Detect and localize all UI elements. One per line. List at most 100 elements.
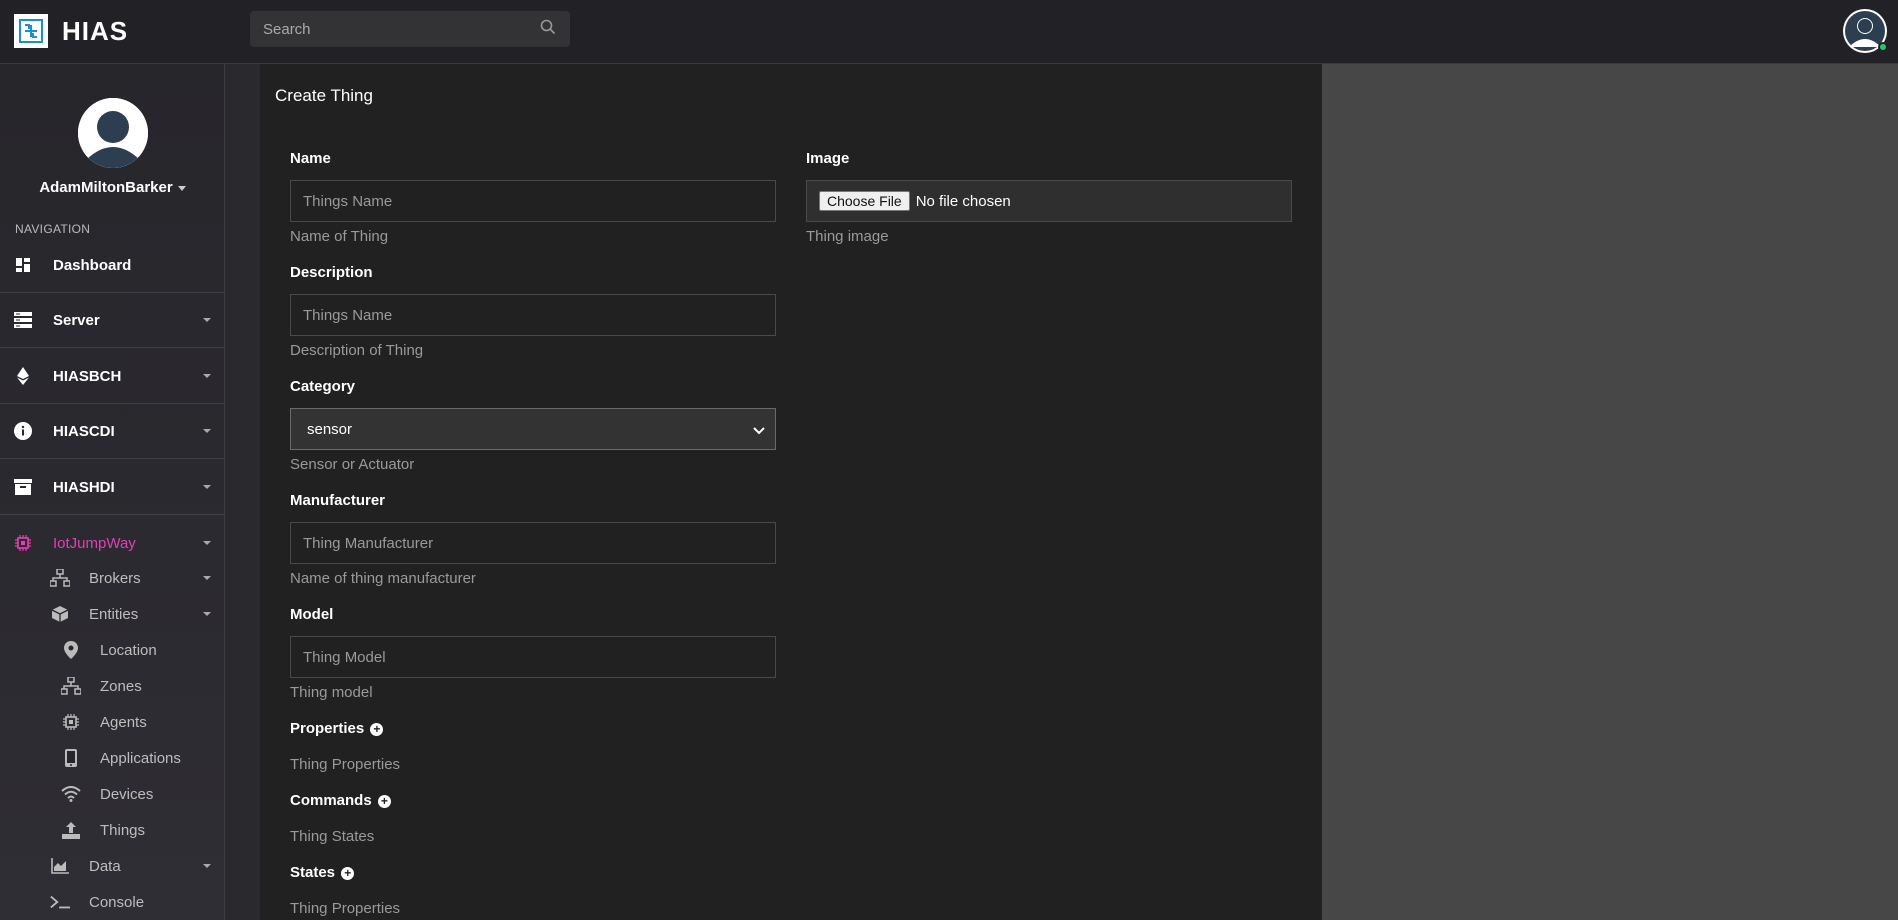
add-command-icon[interactable]: + <box>377 794 391 808</box>
category-help: Sensor or Actuator <box>290 456 415 473</box>
description-label: Description <box>290 264 373 281</box>
chip-icon <box>61 712 81 732</box>
description-help: Description of Thing <box>290 342 424 359</box>
sidebar-item-server[interactable]: Server <box>0 300 224 340</box>
sidebar-sub-agents[interactable]: Agents <box>0 707 224 737</box>
name-label: Name <box>290 150 331 167</box>
commands-label: Commands + <box>290 792 391 809</box>
description-input[interactable] <box>290 294 776 336</box>
model-input[interactable] <box>290 636 776 678</box>
properties-help: Thing Properties <box>290 756 401 773</box>
profile-avatar[interactable] <box>78 98 148 168</box>
upload-icon <box>61 820 81 840</box>
sidebar-item-label: HIASCDI <box>53 422 115 440</box>
divider <box>0 458 224 459</box>
states-label-text: States <box>290 864 336 881</box>
category-select-value: sensor <box>307 420 353 438</box>
wifi-icon <box>61 784 81 804</box>
area-chart-icon <box>50 856 70 876</box>
divider <box>0 347 224 348</box>
image-label: Image <box>806 150 850 167</box>
sidebar-sub-brokers[interactable]: Brokers <box>0 563 224 593</box>
chevron-down-icon <box>203 864 211 868</box>
top-bar: HIAS <box>0 0 1898 64</box>
info-icon <box>14 422 32 440</box>
name-help: Name of Thing <box>290 228 389 245</box>
profile-name[interactable]: AdamMiltonBarker <box>0 179 224 196</box>
sidebar-sub-label: Things <box>100 821 146 839</box>
properties-label-text: Properties <box>290 720 365 737</box>
commands-help: Thing States <box>290 828 375 845</box>
sidebar-sub-label: Zones <box>100 677 142 695</box>
file-status: No file chosen <box>915 192 1011 210</box>
states-help: Thing Properties <box>290 900 401 917</box>
search-icon[interactable] <box>540 19 556 40</box>
sidebar-sub-zones[interactable]: Zones <box>0 671 224 701</box>
sidebar-item-label: IotJumpWay <box>53 534 136 552</box>
chevron-down-icon <box>203 318 211 322</box>
hias-logo[interactable] <box>14 14 48 48</box>
network-icon <box>61 676 81 696</box>
sidebar-item-label: Server <box>53 311 100 329</box>
archive-icon <box>14 478 32 496</box>
sidebar-sub-label: Console <box>89 893 145 911</box>
terminal-icon <box>50 892 70 912</box>
sidebar-sub-label: Brokers <box>89 569 141 587</box>
chip-icon <box>14 534 32 552</box>
sidebar-sub-label: Data <box>89 857 121 875</box>
chevron-down-icon <box>203 374 211 378</box>
brand-name[interactable]: HIAS <box>62 16 128 47</box>
chevron-down-icon <box>203 429 211 433</box>
sidebar-sub-things[interactable]: Things <box>0 815 224 845</box>
sidebar-item-iotjumpway[interactable]: IotJumpWay <box>0 523 224 563</box>
online-status-dot <box>1878 42 1888 52</box>
sidebar-sub-applications[interactable]: Applications <box>0 743 224 773</box>
model-help: Thing model <box>290 684 373 701</box>
manufacturer-label: Manufacturer <box>290 492 386 509</box>
image-help: Thing image <box>806 228 889 245</box>
sidebar-sub-label: Location <box>100 641 157 659</box>
phone-icon <box>61 748 81 768</box>
sidebar-item-label: Dashboard <box>53 256 132 274</box>
sidebar-item-dashboard[interactable]: Dashboard <box>0 245 224 285</box>
profile-name-text: AdamMiltonBarker <box>39 179 173 196</box>
divider <box>0 514 224 515</box>
manufacturer-help: Name of thing manufacturer <box>290 570 476 587</box>
sidebar-sub-label: Devices <box>100 785 154 803</box>
page-title: Create Thing <box>275 86 373 105</box>
image-file-input[interactable]: Choose File No file chosen <box>806 180 1292 222</box>
chevron-down-icon <box>203 576 211 580</box>
sidebar-item-hiashdi[interactable]: HIASHDI <box>0 467 224 507</box>
map-pin-icon <box>61 640 81 660</box>
add-state-icon[interactable]: + <box>341 866 355 880</box>
divider <box>0 292 224 293</box>
name-input[interactable] <box>290 180 776 222</box>
sidebar-item-label: HIASBCH <box>53 367 122 385</box>
category-label: Category <box>290 378 356 395</box>
add-property-icon[interactable]: + <box>370 722 384 736</box>
sidebar-item-hiascdi[interactable]: HIASCDI <box>0 411 224 451</box>
create-thing-card: Create Thing Name Name of Thing Descript… <box>260 64 1322 920</box>
manufacturer-input[interactable] <box>290 522 776 564</box>
sidebar-item-hiasbch[interactable]: HIASBCH <box>0 356 224 396</box>
cube-icon <box>50 604 70 624</box>
chevron-down-icon <box>203 612 211 616</box>
sidebar-sub-entities[interactable]: Entities <box>0 599 224 629</box>
sidebar-sub-console[interactable]: Console <box>0 887 224 917</box>
chevron-down-icon <box>753 423 765 440</box>
network-icon <box>50 568 70 588</box>
ethereum-icon <box>14 367 32 385</box>
choose-file-button[interactable]: Choose File <box>819 191 910 211</box>
server-icon <box>14 311 32 329</box>
sidebar-sub-data[interactable]: Data <box>0 851 224 881</box>
sidebar-sub-devices[interactable]: Devices <box>0 779 224 809</box>
sidebar-item-label: HIASHDI <box>53 478 115 496</box>
sidebar: AdamMiltonBarker NAVIGATION Dashboard Se… <box>0 64 225 920</box>
sidebar-sub-location[interactable]: Location <box>0 635 224 665</box>
chevron-down-icon <box>203 541 211 545</box>
dashboard-icon <box>14 256 32 274</box>
chevron-down-icon <box>177 185 186 191</box>
search-input[interactable] <box>250 11 570 47</box>
states-label: States + <box>290 864 355 881</box>
category-select[interactable]: sensor <box>290 408 776 450</box>
